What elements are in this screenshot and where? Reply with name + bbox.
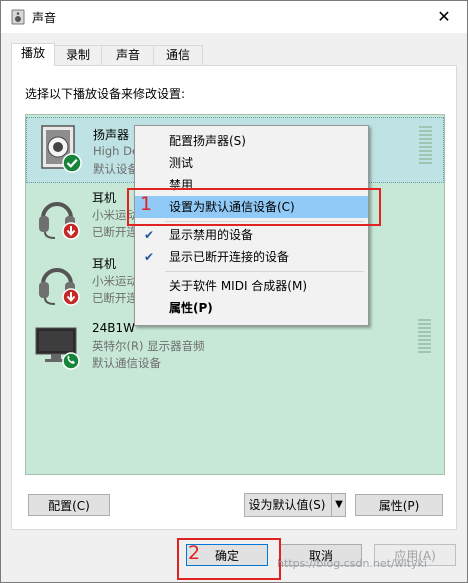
- menu-item-about-midi[interactable]: 关于软件 MIDI 合成器(M): [135, 275, 368, 297]
- tab-sounds[interactable]: 声音: [101, 45, 155, 65]
- annotation-number-1: 1: [140, 193, 153, 215]
- properties-button[interactable]: 属性(P): [355, 494, 443, 516]
- volume-meter: [418, 319, 431, 355]
- checkmark-icon: ✔: [144, 228, 155, 242]
- device-name: 24B1W: [92, 321, 136, 335]
- configure-button[interactable]: 配置(C): [28, 494, 110, 516]
- menu-item-configure-speakers[interactable]: 配置扬声器(S): [135, 130, 368, 152]
- annotation-box-1: [127, 188, 381, 226]
- checkmark-icon: ✔: [144, 250, 155, 264]
- device-name: 耳机: [92, 257, 117, 271]
- tab-recording[interactable]: 录制: [53, 45, 103, 65]
- device-name: 扬声器: [93, 128, 130, 142]
- menu-item-show-disabled[interactable]: ✔ 显示禁用的设备: [135, 224, 368, 246]
- device-status: 默认设备: [93, 162, 139, 176]
- speaker-icon: [11, 9, 25, 25]
- tab-playback[interactable]: 播放: [11, 43, 55, 66]
- menu-item-properties[interactable]: 属性(P): [135, 297, 368, 319]
- tab-communications[interactable]: 通信: [153, 45, 203, 65]
- device-driver: High De: [93, 144, 140, 158]
- set-default-button[interactable]: 设为默认值(S): [245, 494, 329, 516]
- instruction-text: 选择以下播放设备来修改设置:: [25, 87, 186, 101]
- close-icon: ✕: [437, 7, 451, 26]
- headset-icon: [39, 202, 80, 240]
- close-button[interactable]: ✕: [421, 1, 467, 33]
- device-status: 已断开连: [92, 225, 138, 239]
- window-title: 声音: [32, 11, 57, 25]
- device-driver: 小米运动: [92, 274, 138, 288]
- sound-dialog: 声音 ✕ 播放 录制 声音 通信 选择以下播放设备来修改设置: 扬声器 High…: [0, 0, 468, 583]
- speaker-device-icon: [41, 125, 82, 173]
- set-default-split-button[interactable]: 设为默认值(S) ▼: [244, 493, 346, 517]
- title-bar: 声音 ✕: [1, 1, 467, 33]
- device-driver: 英特尔(R) 显示器音频: [92, 339, 205, 353]
- monitor-icon: [35, 327, 80, 370]
- headset-icon: [39, 268, 80, 306]
- device-name: 耳机: [92, 191, 117, 205]
- menu-item-show-disconnected[interactable]: ✔ 显示已断开连接的设备: [135, 246, 368, 268]
- dropdown-arrow-icon[interactable]: ▼: [331, 494, 346, 516]
- device-status: 默认通信设备: [92, 356, 161, 370]
- volume-meter: [419, 126, 432, 166]
- annotation-number-2: 2: [188, 542, 201, 564]
- device-status: 已断开连: [92, 291, 138, 305]
- watermark-text: https://blog.csdn.net/wityki: [277, 557, 427, 570]
- menu-separator: [165, 271, 364, 272]
- menu-item-test[interactable]: 测试: [135, 152, 368, 174]
